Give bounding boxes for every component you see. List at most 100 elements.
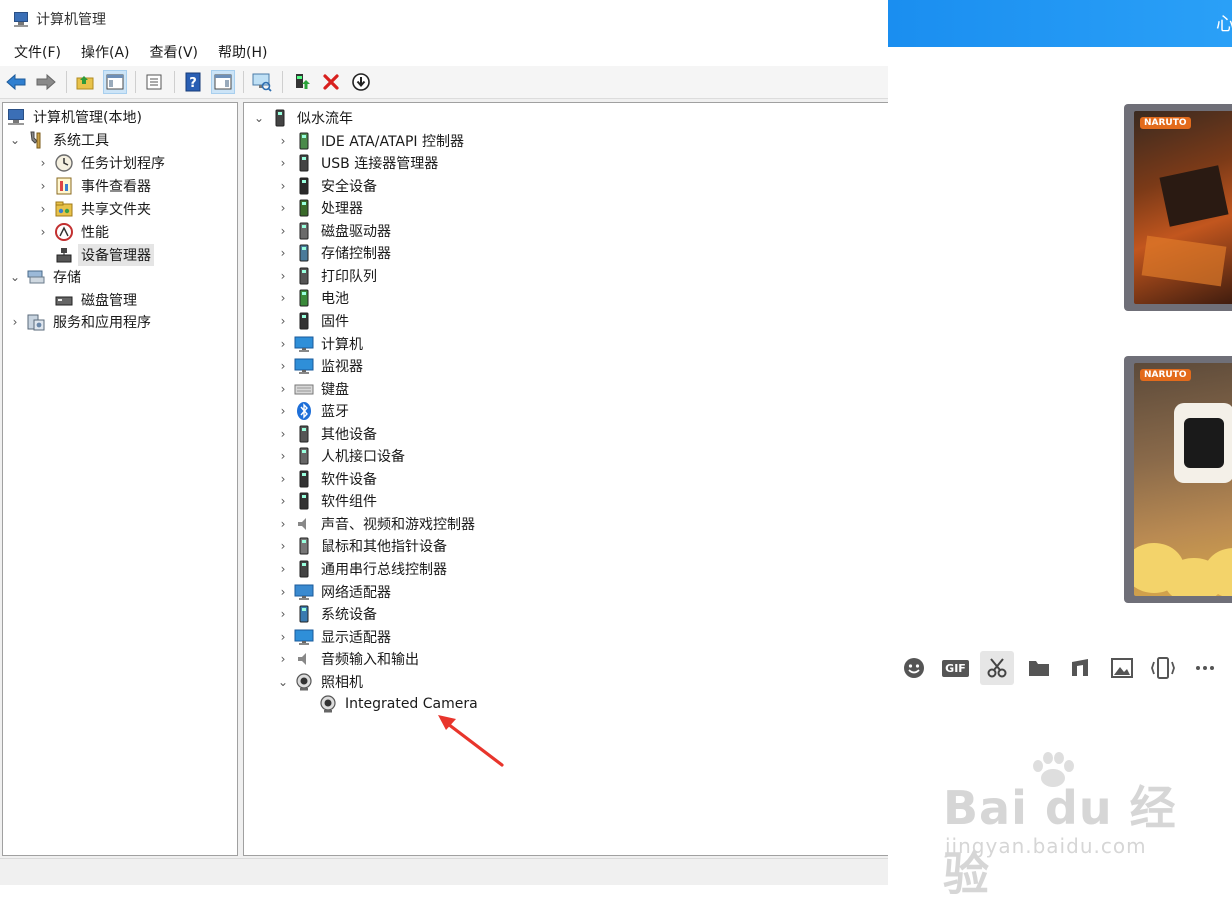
device-category-row[interactable]: › 软件组件 bbox=[276, 490, 380, 512]
game-logo: NARUTO bbox=[1140, 117, 1191, 129]
chevron-right-icon[interactable]: › bbox=[276, 648, 290, 670]
chevron-right-icon[interactable]: › bbox=[276, 558, 290, 580]
chevron-right-icon[interactable]: › bbox=[276, 626, 290, 648]
device-category-row[interactable]: › 键盘 bbox=[276, 378, 352, 400]
tree-node-event-viewer[interactable]: › 事件查看器 bbox=[36, 175, 154, 197]
device-category-row[interactable]: › 网络适配器 bbox=[276, 581, 394, 603]
chevron-right-icon[interactable]: › bbox=[276, 220, 290, 242]
shake-icon[interactable] bbox=[1146, 651, 1180, 685]
device-category-row[interactable]: › 磁盘驱动器 bbox=[276, 220, 394, 242]
device-category-row[interactable]: › 监视器 bbox=[276, 355, 366, 377]
tree-node-storage[interactable]: ⌄ 存储 bbox=[8, 266, 84, 288]
chevron-right-icon[interactable]: › bbox=[276, 378, 290, 400]
chevron-right-icon[interactable]: › bbox=[276, 310, 290, 332]
device-category-row[interactable]: › 通用串行总线控制器 bbox=[276, 558, 450, 580]
up-folder-icon[interactable] bbox=[73, 70, 97, 94]
device-category-row[interactable]: › 人机接口设备 bbox=[276, 445, 408, 467]
device-category-row[interactable]: › 处理器 bbox=[276, 197, 366, 219]
chevron-right-icon[interactable]: › bbox=[276, 265, 290, 287]
chevron-right-icon[interactable]: › bbox=[276, 287, 290, 309]
device-category-row[interactable]: › 安全设备 bbox=[276, 175, 380, 197]
device-category-row[interactable]: › IDE ATA/ATAPI 控制器 bbox=[276, 130, 467, 152]
device-category-row[interactable]: › 鼠标和其他指针设备 bbox=[276, 535, 450, 557]
chevron-right-icon[interactable]: › bbox=[276, 333, 290, 355]
tree-node-task-scheduler[interactable]: › 任务计划程序 bbox=[36, 152, 168, 174]
scissors-icon[interactable] bbox=[980, 651, 1014, 685]
chevron-right-icon[interactable]: › bbox=[276, 130, 290, 152]
device-category-row[interactable]: › 计算机 bbox=[276, 333, 366, 355]
chevron-right-icon[interactable]: › bbox=[8, 311, 22, 333]
gif-icon[interactable]: GIF bbox=[939, 651, 973, 685]
tree-node-disk-management[interactable]: 磁盘管理 bbox=[54, 289, 140, 311]
chevron-right-icon[interactable]: › bbox=[276, 603, 290, 625]
monitor-icon bbox=[294, 356, 314, 376]
device-category-row[interactable]: › 声音、视频和游戏控制器 bbox=[276, 513, 478, 535]
tree-node-performance[interactable]: › 性能 bbox=[36, 221, 112, 243]
device-category-row[interactable]: › 存储控制器 bbox=[276, 242, 394, 264]
chevron-right-icon[interactable]: › bbox=[276, 197, 290, 219]
chevron-right-icon[interactable]: › bbox=[276, 242, 290, 264]
chevron-right-icon[interactable]: › bbox=[276, 581, 290, 603]
device-category-row[interactable]: › 打印队列 bbox=[276, 265, 380, 287]
chevron-right-icon[interactable]: › bbox=[36, 175, 50, 197]
folder-icon[interactable] bbox=[1022, 651, 1056, 685]
chevron-right-icon[interactable]: › bbox=[36, 198, 50, 220]
device-category-row[interactable]: › 系统设备 bbox=[276, 603, 380, 625]
device-category-row[interactable]: › USB 连接器管理器 bbox=[276, 152, 441, 174]
device-category-row[interactable]: › 蓝牙 bbox=[276, 400, 352, 422]
export-list-icon[interactable] bbox=[142, 70, 166, 94]
chevron-right-icon[interactable]: › bbox=[276, 423, 290, 445]
device-category-row[interactable]: › 显示适配器 bbox=[276, 626, 394, 648]
image-message-2[interactable]: NARUTO bbox=[1124, 356, 1232, 603]
help-icon[interactable]: ? bbox=[181, 70, 205, 94]
chevron-right-icon[interactable]: › bbox=[276, 513, 290, 535]
menu-view[interactable]: 查看(V) bbox=[143, 39, 206, 65]
uninstall-device-icon[interactable] bbox=[319, 70, 343, 94]
enable-device-icon[interactable] bbox=[289, 70, 313, 94]
chevron-right-icon[interactable]: › bbox=[276, 490, 290, 512]
tree-node-services[interactable]: › 服务和应用程序 bbox=[8, 311, 154, 333]
update-driver-icon[interactable] bbox=[349, 70, 373, 94]
menu-help[interactable]: 帮助(H) bbox=[211, 39, 274, 65]
device-category-label: 鼠标和其他指针设备 bbox=[321, 539, 447, 555]
scan-hardware-icon[interactable] bbox=[250, 70, 274, 94]
show-hide-tree-icon[interactable] bbox=[103, 70, 127, 94]
menu-action[interactable]: 操作(A) bbox=[74, 39, 137, 65]
tree-node-root[interactable]: 计算机管理(本地) bbox=[6, 106, 145, 128]
action-pane-icon[interactable] bbox=[211, 70, 235, 94]
tree-node-device-manager[interactable]: 设备管理器 bbox=[54, 244, 154, 266]
chevron-down-icon[interactable]: ⌄ bbox=[252, 107, 266, 129]
device-category-row[interactable]: › 电池 bbox=[276, 287, 352, 309]
device-category-label: 磁盘驱动器 bbox=[321, 224, 391, 240]
chevron-right-icon[interactable]: › bbox=[36, 152, 50, 174]
menu-file[interactable]: 文件(F) bbox=[7, 39, 68, 65]
device-category-row[interactable]: › 软件设备 bbox=[276, 468, 380, 490]
chevron-right-icon[interactable]: › bbox=[36, 221, 50, 243]
device-category-row[interactable]: › 固件 bbox=[276, 310, 352, 332]
chevron-right-icon[interactable]: › bbox=[276, 175, 290, 197]
music-icon[interactable] bbox=[1063, 651, 1097, 685]
device-category-row[interactable]: ⌄ 照相机 bbox=[276, 671, 366, 693]
storage-icon bbox=[26, 267, 46, 287]
device-category-row[interactable]: › 其他设备 bbox=[276, 423, 380, 445]
chevron-right-icon[interactable]: › bbox=[276, 445, 290, 467]
forward-arrow-icon[interactable] bbox=[34, 70, 58, 94]
chevron-right-icon[interactable]: › bbox=[276, 355, 290, 377]
device-tree-root[interactable]: ⌄ 似水流年 bbox=[252, 107, 356, 129]
more-icon[interactable] bbox=[1188, 651, 1222, 685]
chevron-right-icon[interactable]: › bbox=[276, 152, 290, 174]
chevron-right-icon[interactable]: › bbox=[276, 468, 290, 490]
tree-node-shared-folders[interactable]: › 共享文件夹 bbox=[36, 198, 154, 220]
device-category-row[interactable]: › 音频输入和输出 bbox=[276, 648, 422, 670]
emoji-icon[interactable] bbox=[897, 651, 931, 685]
chevron-down-icon[interactable]: ⌄ bbox=[8, 129, 22, 151]
chevron-right-icon[interactable]: › bbox=[276, 400, 290, 422]
tree-node-system-tools[interactable]: ⌄ 系统工具 bbox=[8, 129, 112, 151]
gif-label: GIF bbox=[942, 659, 969, 677]
image-icon[interactable] bbox=[1105, 651, 1139, 685]
image-message-1[interactable]: NARUTO bbox=[1124, 104, 1232, 311]
chevron-down-icon[interactable]: ⌄ bbox=[8, 266, 22, 288]
back-arrow-icon[interactable] bbox=[4, 70, 28, 94]
chevron-right-icon[interactable]: › bbox=[276, 535, 290, 557]
chevron-down-icon[interactable]: ⌄ bbox=[276, 671, 290, 693]
